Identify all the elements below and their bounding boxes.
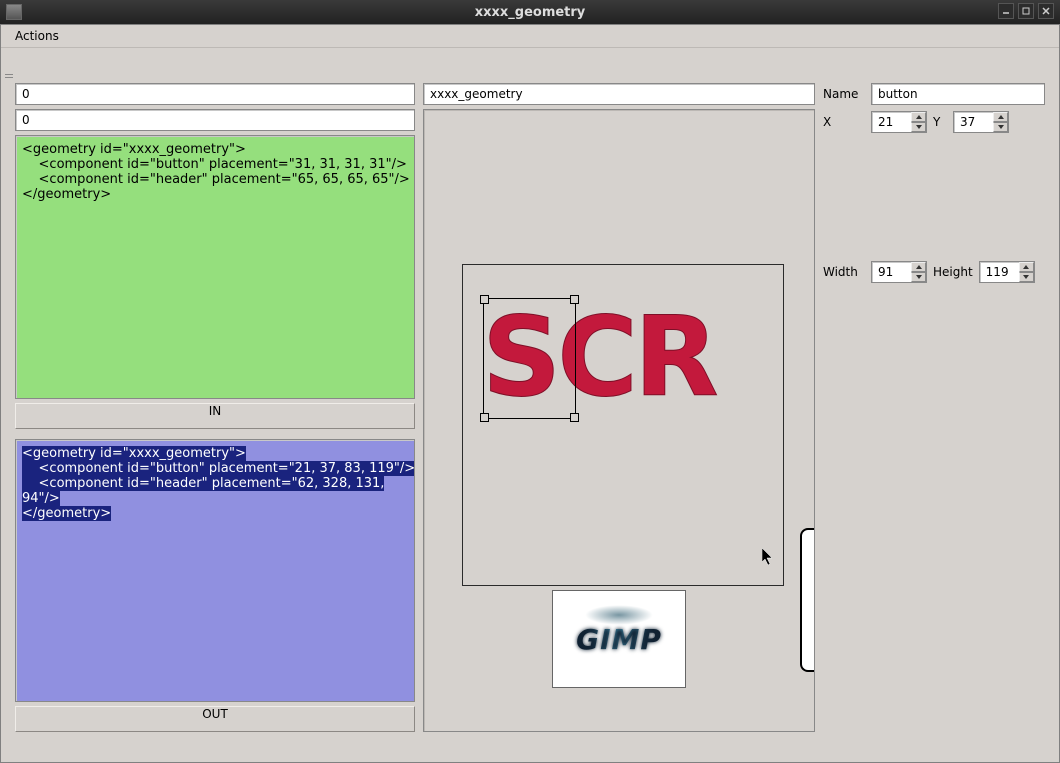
x-spin [911,112,926,132]
handle-ne[interactable] [570,295,579,304]
client-area: Actions <geometry id="xxxx_geometry"> <c… [0,24,1060,763]
close-button[interactable] [1038,3,1054,19]
height-spin-down[interactable] [1019,272,1034,282]
app-icon [6,4,22,20]
window-buttons [998,3,1054,19]
label-name: Name [823,87,865,101]
label-height: Height [933,265,973,279]
height-spin [1019,262,1034,282]
application-window: xxxx_geometry Actions [0,0,1060,763]
menubar: Actions [1,25,1059,48]
handle-nw[interactable] [480,295,489,304]
thumbnail-row: GIMP [424,590,814,688]
right-column: Name X Y [823,83,1045,732]
handle-se[interactable] [570,413,579,422]
canvas-panel[interactable]: SCR GIMP [423,109,815,732]
height-spin-up[interactable] [1019,262,1034,272]
titlebar[interactable]: xxxx_geometry [0,0,1060,25]
minimize-button[interactable] [998,3,1014,19]
name-field[interactable] [871,83,1045,105]
y-spin-down[interactable] [993,122,1008,132]
label-y: Y [933,115,947,129]
out-button[interactable]: OUT [15,706,415,732]
content: <geometry id="xxxx_geometry"> <component… [1,71,1059,762]
thumbnail-gimp-text: GIMP [576,623,662,656]
menu-actions[interactable]: Actions [7,27,67,45]
thumbnail-gimp[interactable]: GIMP [552,590,686,688]
middle-column: SCR GIMP [423,83,815,732]
cursor-icon [762,548,774,566]
label-x: X [823,115,865,129]
left-input-1[interactable] [15,83,415,105]
x-spin-down[interactable] [911,122,926,132]
canvas-title-input[interactable] [423,83,815,105]
text-in[interactable]: <geometry id="xxxx_geometry"> <component… [15,135,415,399]
left-input-2[interactable] [15,109,415,131]
window-title: xxxx_geometry [0,5,1060,20]
y-spin-up[interactable] [993,112,1008,122]
left-column: <geometry id="xxxx_geometry"> <component… [15,83,415,732]
width-spin-up[interactable] [911,262,926,272]
side-fragment [800,528,815,672]
selection-rect[interactable] [483,298,576,419]
in-button[interactable]: IN [15,403,415,429]
text-out[interactable]: <geometry id="xxxx_geometry"> <component… [15,439,415,703]
label-width: Width [823,265,865,279]
handle-sw[interactable] [480,413,489,422]
y-spin [993,112,1008,132]
width-spin-down[interactable] [911,272,926,282]
x-spin-up[interactable] [911,112,926,122]
maximize-button[interactable] [1018,3,1034,19]
width-spin [911,262,926,282]
